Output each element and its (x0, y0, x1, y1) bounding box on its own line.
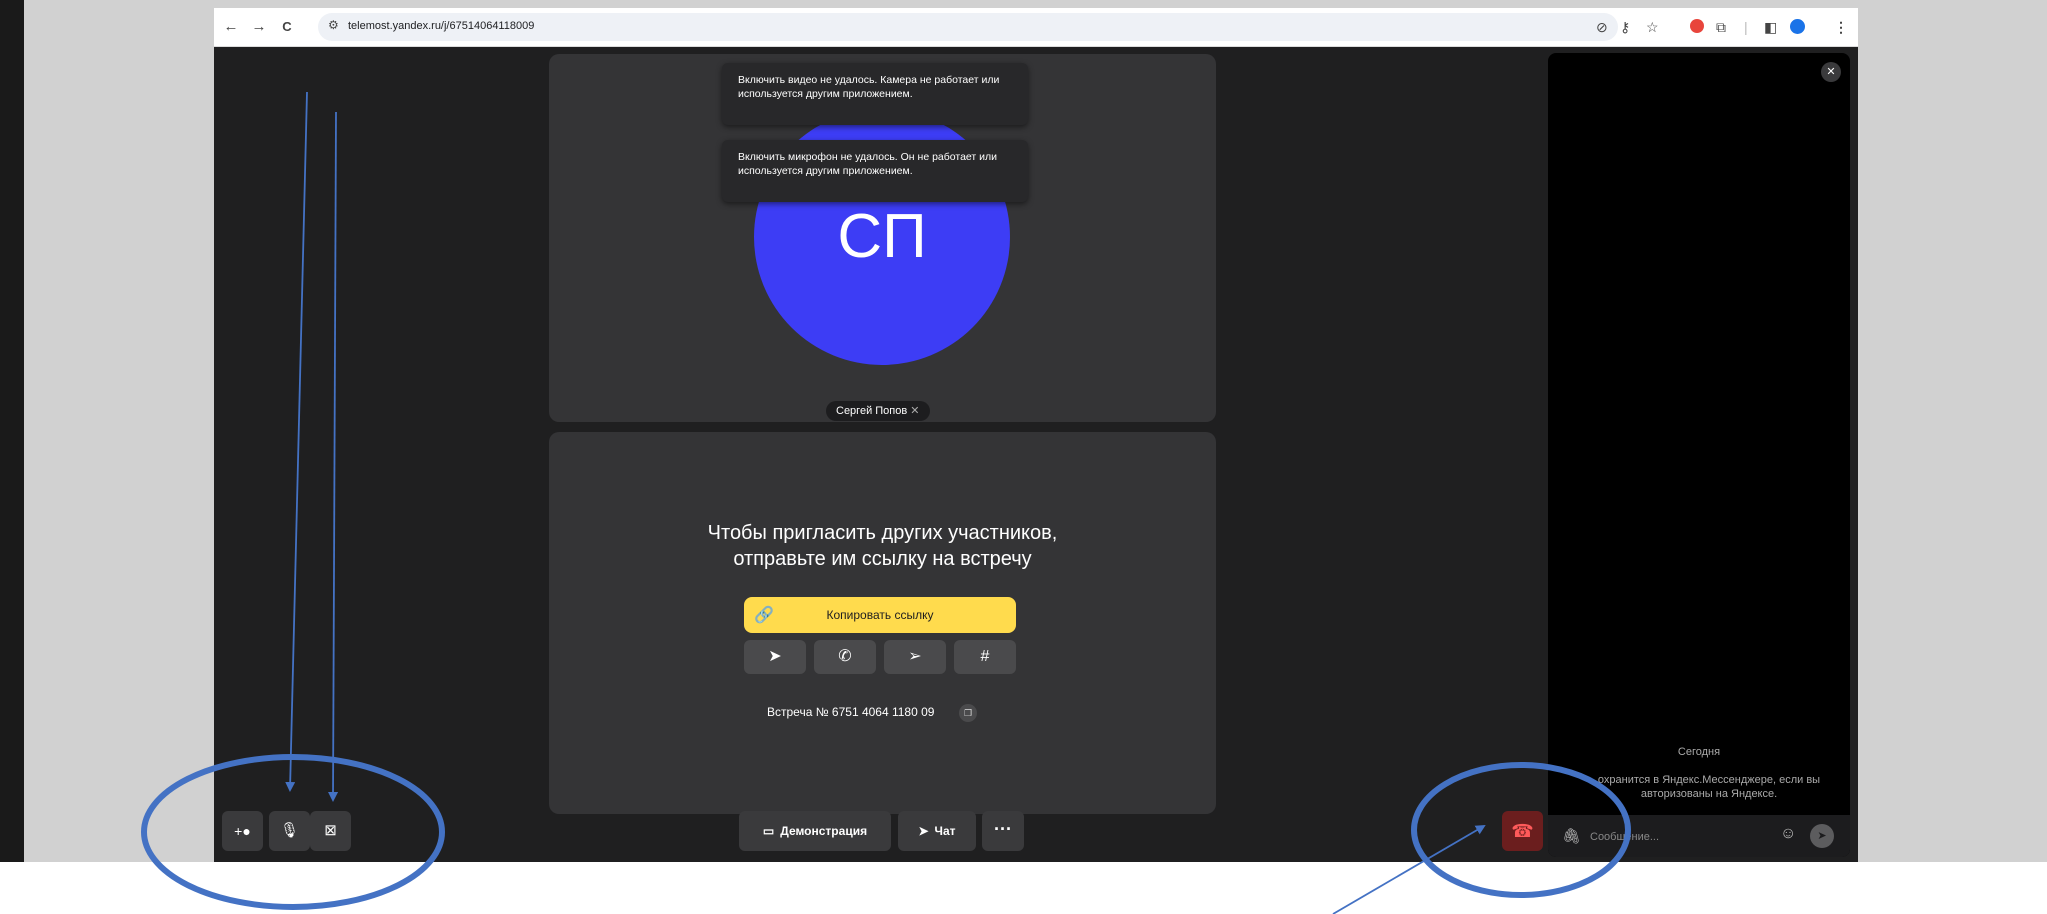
telegram-share-button[interactable]: ➤ (744, 640, 806, 674)
slack-icon: # (980, 648, 990, 665)
copy-link-button[interactable]: 🔗 Копировать ссылку (744, 597, 1016, 633)
chat-notice: охранится в Яндекс.Мессенджере, если вы … (1597, 774, 1821, 800)
invite-heading-line1: Чтобы пригласить других участников, (707, 522, 1058, 544)
attach-icon[interactable]: 🖇 (1562, 827, 1581, 845)
star-icon[interactable]: ☆ (1646, 18, 1659, 36)
phone-hangup-icon: ☎ (1511, 821, 1534, 841)
emoji-icon[interactable]: ☺ (1780, 825, 1796, 843)
video-error-text: Включить видео не удалось. Камера не раб… (738, 74, 1000, 100)
url-text[interactable]: telemost.yandex.ru/j/67514064118009 (348, 20, 534, 32)
address-bar[interactable]: ⚙ telemost.yandex.ru/j/67514064118009 (318, 13, 1618, 41)
profile-icon[interactable] (1790, 19, 1805, 34)
mic-error-text: Включить микрофон не удалось. Он не рабо… (738, 151, 997, 177)
mic-off-icon: 🎙 (279, 822, 300, 839)
camera-blocked-icon[interactable]: ⊘ (1596, 18, 1608, 36)
add-person-icon: +● (234, 823, 251, 839)
menu-icon[interactable]: ⋮ (1834, 18, 1848, 36)
copy-icon[interactable]: ❐ (959, 704, 977, 722)
bottom-area (0, 862, 2047, 914)
whatsapp-share-button[interactable]: ✆ (814, 640, 876, 674)
chat-button[interactable]: ➤ Чат (898, 811, 976, 851)
browser-toolbar: ← → C ⚙ telemost.yandex.ru/j/67514064118… (214, 8, 1858, 47)
close-icon[interactable]: ✕ (1821, 62, 1841, 82)
more-button[interactable]: ··· (982, 811, 1024, 851)
add-participant-button[interactable]: +● (222, 811, 263, 851)
divider: | (1744, 19, 1748, 35)
sidebar-icon[interactable]: ◧ (1764, 18, 1777, 36)
video-error-toast: Включить видео не удалось. Камера не раб… (722, 63, 1028, 125)
screen-share-label: Демонстрация (780, 824, 868, 838)
send-share-button[interactable]: ➢ (884, 640, 946, 674)
more-icon: ··· (994, 819, 1012, 839)
copy-link-label: Копировать ссылку (826, 608, 934, 622)
slack-share-button[interactable]: # (954, 640, 1016, 674)
invite-tile: Чтобы пригласить других участников, отпр… (549, 432, 1216, 814)
send-icon: ➤ (1817, 830, 1827, 842)
site-settings-icon[interactable]: ⚙ (328, 18, 339, 32)
participant-name: Сергей Попов (836, 405, 908, 417)
extension-red-icon[interactable] (1690, 19, 1704, 33)
mic-error-toast: Включить микрофон не удалось. Он не рабо… (722, 140, 1028, 202)
camera-off-icon: ⊠ (324, 822, 337, 839)
puzzle-icon[interactable]: ⧉ (1716, 18, 1726, 36)
telegram-icon: ➤ (768, 648, 782, 665)
chat-date: Сегодня (1677, 746, 1721, 758)
invite-heading-line2: отправьте им ссылку на встречу (733, 548, 1032, 570)
key-icon[interactable]: ⚷ (1620, 18, 1630, 36)
chat-label: Чат (934, 824, 956, 838)
send-icon: ➢ (908, 648, 922, 665)
chat-panel: ✕ Сегодня охранится в Яндекс.Мессенджере… (1548, 53, 1850, 857)
microphone-button[interactable]: 🎙 (269, 811, 310, 851)
whatsapp-icon: ✆ (838, 648, 852, 665)
send-button[interactable]: ➤ (1810, 824, 1834, 848)
chat-composer: 🖇 ☺ ➤ (1548, 815, 1850, 857)
hang-up-button[interactable]: ☎ (1502, 811, 1543, 851)
browser-window: ← → C ⚙ telemost.yandex.ru/j/67514064118… (214, 8, 1858, 862)
left-dark-strip (0, 0, 24, 862)
forward-icon[interactable]: → (248, 16, 270, 38)
message-input[interactable] (1588, 826, 1772, 848)
camera-button[interactable]: ⊠ (310, 811, 351, 851)
back-icon[interactable]: ← (220, 16, 242, 38)
chat-send-icon: ➤ (918, 824, 929, 838)
reload-icon[interactable]: C (276, 16, 298, 38)
screen-icon: ▭ (762, 824, 775, 838)
participant-name-badge: Сергей Попов ✕ (826, 401, 930, 421)
meeting-number: Встреча № 6751 4064 1180 09 (767, 705, 935, 719)
mic-off-icon: ✕ (910, 405, 920, 417)
screen-share-button[interactable]: ▭ Демонстрация (739, 811, 891, 851)
